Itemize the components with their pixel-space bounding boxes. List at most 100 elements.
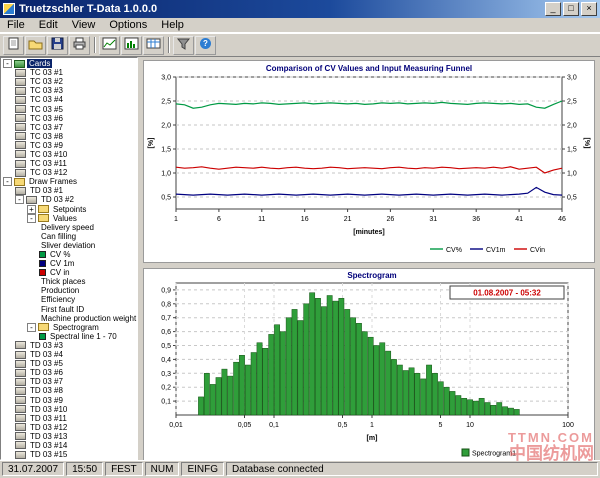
svg-text:1,5: 1,5: [567, 147, 577, 154]
tree-item[interactable]: TD 03 #6: [1, 368, 137, 377]
app-window: { "window": { "title": "Truetzschler T-D…: [0, 0, 600, 478]
tree-item[interactable]: First fault ID: [1, 305, 137, 314]
tree-item[interactable]: TC 03 #2: [1, 77, 137, 86]
menu-view[interactable]: View: [65, 19, 103, 31]
tree-item[interactable]: TD 03 #10: [1, 405, 137, 414]
help-button[interactable]: ?: [195, 36, 216, 55]
tree-item[interactable]: Machine production weight: [1, 314, 137, 323]
tree-item[interactable]: TD 03 #1: [1, 186, 137, 195]
tree-item[interactable]: TD 03 #12: [1, 423, 137, 432]
tree-item[interactable]: TC 03 #8: [1, 132, 137, 141]
tree-item[interactable]: TC 03 #4: [1, 95, 137, 104]
tree-item[interactable]: TC 03 #10: [1, 150, 137, 159]
tree-item[interactable]: -Draw Frames: [1, 177, 137, 186]
tree-item[interactable]: Production: [1, 286, 137, 295]
collapse-icon[interactable]: -: [15, 195, 24, 204]
tree-item[interactable]: TD 03 #8: [1, 386, 137, 395]
app-icon: [3, 3, 15, 15]
svg-text:0,1: 0,1: [269, 422, 279, 429]
tree-item[interactable]: Efficiency: [1, 295, 137, 304]
tree-item[interactable]: TC 03 #5: [1, 104, 137, 113]
svg-text:36: 36: [472, 216, 480, 223]
tree-item[interactable]: Spectral line 1 - 70: [1, 332, 137, 341]
tree-item[interactable]: TD 03 #7: [1, 377, 137, 386]
machine-icon: [15, 451, 26, 459]
tree-item[interactable]: -Spectrogram: [1, 323, 137, 332]
machine-icon: [15, 87, 26, 95]
menu-help[interactable]: Help: [154, 19, 191, 31]
tree-item[interactable]: Sliver deviation: [1, 241, 137, 250]
tree-item[interactable]: TD 03 #5: [1, 359, 137, 368]
minimize-button[interactable]: _: [545, 2, 561, 16]
machine-icon: [26, 196, 37, 204]
maximize-button[interactable]: □: [563, 2, 579, 16]
tree-item[interactable]: CV 1m: [1, 259, 137, 268]
new-document-button[interactable]: [3, 36, 24, 55]
tree-item[interactable]: TC 03 #7: [1, 123, 137, 132]
funnel-button[interactable]: [173, 36, 194, 55]
svg-text:10: 10: [466, 422, 474, 429]
machine-icon: [15, 396, 26, 404]
menu-file[interactable]: File: [0, 19, 32, 31]
tree-item[interactable]: TC 03 #3: [1, 86, 137, 95]
tree-item[interactable]: -Values: [1, 214, 137, 223]
svg-text:46: 46: [558, 216, 566, 223]
tree-item[interactable]: TD 03 #15: [1, 450, 137, 459]
menu-edit[interactable]: Edit: [32, 19, 65, 31]
open-folder-button[interactable]: [25, 36, 46, 55]
svg-text:26: 26: [387, 216, 395, 223]
table-button[interactable]: [143, 36, 164, 55]
tree-item[interactable]: TD 03 #4: [1, 350, 137, 359]
tree-item-label: TC 03 #3: [28, 86, 65, 95]
tree-item[interactable]: TC 03 #12: [1, 168, 137, 177]
tree-item[interactable]: TC 03 #9: [1, 141, 137, 150]
line-chart-button[interactable]: [99, 36, 120, 55]
tree-item[interactable]: TD 03 #11: [1, 414, 137, 423]
collapse-icon[interactable]: -: [27, 214, 36, 223]
svg-text:0,5: 0,5: [161, 343, 171, 350]
tree-item-label: CV 1m: [48, 259, 76, 268]
folder-icon: [38, 205, 49, 213]
svg-text:0,1: 0,1: [161, 399, 171, 406]
print-button[interactable]: [69, 36, 90, 55]
machine-icon: [15, 169, 26, 177]
tree-item[interactable]: Can filling: [1, 232, 137, 241]
tree-item[interactable]: TC 03 #6: [1, 114, 137, 123]
tree-item[interactable]: TC 03 #11: [1, 159, 137, 168]
tree-item[interactable]: - TD 03 #2: [1, 195, 137, 204]
line-chart-icon: [102, 37, 117, 53]
svg-text:0,6: 0,6: [161, 329, 171, 336]
tree-item-label: TD 03 #2: [39, 195, 76, 204]
svg-text:16: 16: [301, 216, 309, 223]
collapse-icon[interactable]: -: [3, 59, 12, 68]
tree-item-label: First fault ID: [39, 305, 86, 314]
tree-item[interactable]: TC 03 #1: [1, 68, 137, 77]
tree-item[interactable]: TD 03 #13: [1, 432, 137, 441]
tree-item[interactable]: -Cards: [1, 59, 137, 68]
tree-item[interactable]: TD 03 #3: [1, 341, 137, 350]
tree-item[interactable]: Delivery speed: [1, 223, 137, 232]
tree-item[interactable]: TD 03 #9: [1, 395, 137, 404]
tree-item[interactable]: Thick places: [1, 277, 137, 286]
expand-icon[interactable]: +: [27, 205, 36, 214]
save-icon: [50, 37, 65, 53]
close-button[interactable]: ×: [581, 2, 597, 16]
tree-item[interactable]: +Setpoints: [1, 205, 137, 214]
tree-item[interactable]: CV in: [1, 268, 137, 277]
svg-text:0,01: 0,01: [169, 422, 183, 429]
svg-text:31: 31: [429, 216, 437, 223]
collapse-icon[interactable]: -: [27, 323, 36, 332]
tree-item[interactable]: CV %: [1, 250, 137, 259]
tree-item-label: CV in: [48, 268, 72, 277]
bar-chart-button[interactable]: [121, 36, 142, 55]
svg-text:1,0: 1,0: [567, 171, 577, 178]
collapse-icon[interactable]: -: [3, 177, 12, 186]
tree-item[interactable]: TD 03 #14: [1, 441, 137, 450]
toolbar-separator: [94, 37, 95, 53]
svg-text:100: 100: [562, 422, 574, 429]
tree-item-label: TD 03 #10: [28, 405, 69, 414]
tree-item-label: TD 03 #4: [28, 350, 65, 359]
menu-options[interactable]: Options: [102, 19, 154, 31]
save-button[interactable]: [47, 36, 68, 55]
tree-item-label: TC 03 #5: [28, 105, 65, 114]
